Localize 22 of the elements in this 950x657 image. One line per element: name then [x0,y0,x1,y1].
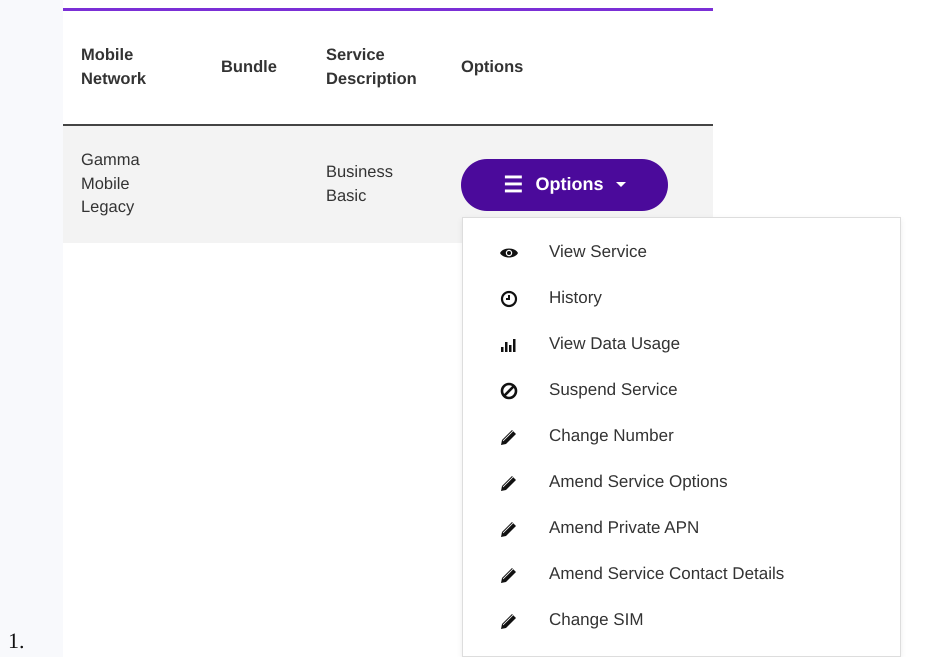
menu-item[interactable]: View Service [463,230,900,276]
pencil-icon [499,612,519,630]
table-cell: Gamma Mobile Legacy [63,125,203,243]
menu-item[interactable]: Suspend Service [463,368,900,414]
options-button[interactable]: ☰ Options [461,158,668,210]
menu-item[interactable]: Amend Service Contact Details [463,552,900,598]
ban-icon [499,382,519,400]
caret-icon [616,182,626,187]
menu-item[interactable]: Amend Private APN [463,506,900,552]
pencil-icon [499,520,519,538]
menu-item[interactable]: View Data Usage [463,322,900,368]
table-cell: Business Basic [308,125,443,243]
menu-item[interactable]: Change SIM [463,598,900,644]
pencil-icon [499,474,519,492]
clock-icon [499,290,519,308]
menu-icon: ☰ [504,168,524,200]
pencil-icon [499,428,519,446]
menu-item[interactable]: Amend Service Options [463,460,900,506]
menu-item[interactable]: History [463,276,900,322]
pencil-icon [499,566,519,584]
list-marker: 1. [8,627,24,655]
menu-item[interactable]: Change Number [463,414,900,460]
